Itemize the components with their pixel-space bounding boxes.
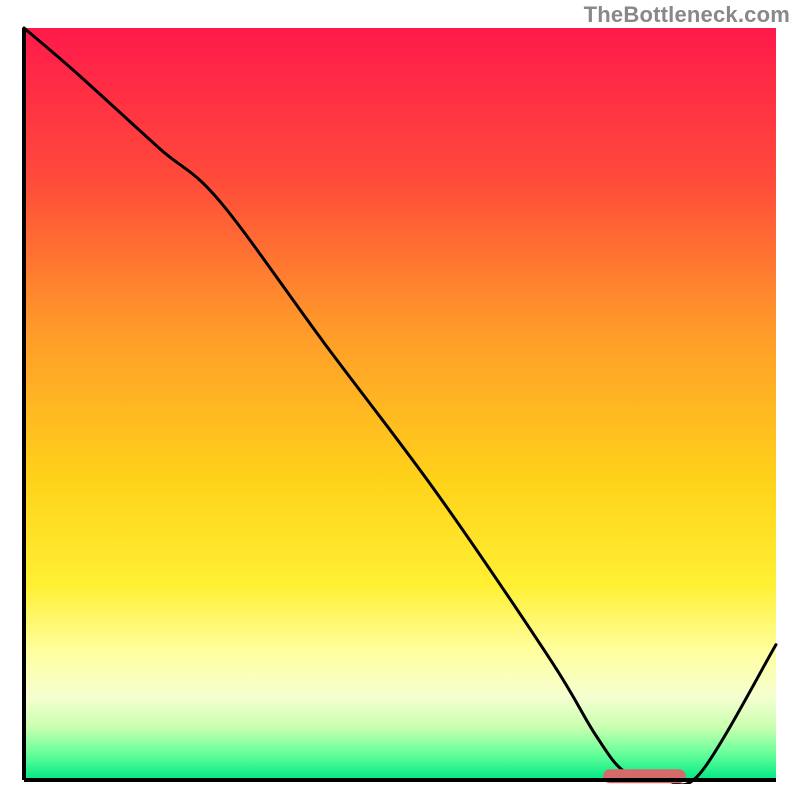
gradient-background <box>24 28 776 780</box>
chart-plot <box>20 24 780 784</box>
chart-container: TheBottleneck.com <box>0 0 800 800</box>
chart-svg <box>20 24 780 784</box>
